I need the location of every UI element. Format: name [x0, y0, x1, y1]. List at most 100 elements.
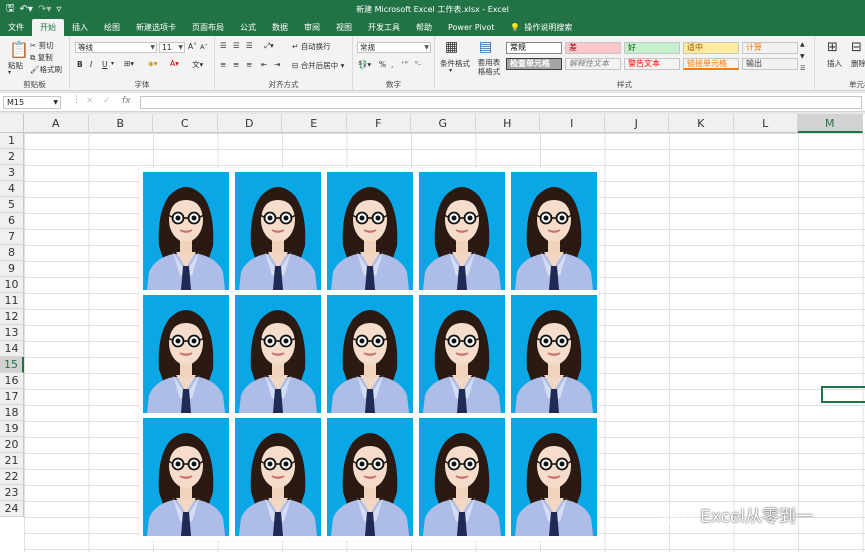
insert-cells-icon[interactable]: ⊞ — [827, 40, 838, 55]
id-photo[interactable] — [143, 295, 229, 413]
row-header-24[interactable]: 24 — [0, 501, 24, 517]
align-center-icon[interactable]: ≡ — [233, 60, 239, 69]
tab-8[interactable]: 审阅 — [296, 19, 328, 36]
row-header-22[interactable]: 22 — [0, 469, 24, 485]
cancel-icon[interactable]: × — [86, 96, 94, 106]
top-align-icon[interactable]: ☰ — [220, 41, 227, 50]
id-photo[interactable] — [327, 295, 413, 413]
grow-font-button[interactable]: A˄ — [188, 42, 197, 51]
row-header-10[interactable]: 10 — [0, 277, 24, 293]
id-photo[interactable] — [327, 418, 413, 536]
fill-color-icon[interactable]: ◈▾ — [148, 59, 158, 68]
cut-button[interactable]: ✂ 剪切 — [30, 40, 54, 51]
customize-qat-icon[interactable]: ▿ — [56, 4, 61, 15]
column-header-j[interactable]: J — [604, 114, 669, 133]
copy-button[interactable]: ⧉ 复制 — [30, 52, 53, 63]
cell-area[interactable] — [24, 133, 865, 552]
id-photo[interactable] — [419, 418, 505, 536]
photo-sheet[interactable] — [139, 168, 599, 541]
select-all-corner[interactable] — [0, 114, 24, 133]
tab-9[interactable]: 视图 — [328, 19, 360, 36]
formula-input[interactable] — [140, 96, 862, 109]
gallery-more-icon[interactable]: ☰ — [800, 65, 805, 72]
cell-style-3[interactable]: 适中 — [683, 42, 739, 54]
column-header-e[interactable]: E — [282, 114, 347, 133]
id-photo[interactable] — [511, 172, 597, 290]
font-size-select[interactable]: 11 ▼ — [159, 42, 185, 53]
column-header-g[interactable]: G — [411, 114, 476, 133]
border-icon[interactable]: ⊞▾ — [124, 59, 134, 68]
cell-style-6[interactable]: 解释性文本 — [565, 58, 621, 70]
column-header-l[interactable]: L — [733, 114, 798, 133]
tab-5[interactable]: 页面布局 — [184, 19, 232, 36]
row-header-12[interactable]: 12 — [0, 309, 24, 325]
row-header-16[interactable]: 16 — [0, 373, 24, 389]
underline-button[interactable]: U — [102, 60, 108, 69]
row-header-3[interactable]: 3 — [0, 165, 24, 181]
name-box[interactable]: M15 ▼ — [3, 96, 61, 109]
phonetic-icon[interactable]: 文▾ — [192, 59, 203, 70]
comma-icon[interactable]: , — [391, 60, 393, 69]
paste-dropdown-icon[interactable]: ▾ — [8, 69, 11, 76]
save-icon[interactable]: 🖫 — [6, 1, 15, 18]
row-header-17[interactable]: 17 — [0, 389, 24, 405]
column-header-m[interactable]: M — [798, 114, 863, 133]
column-header-f[interactable]: F — [346, 114, 411, 133]
cell-style-0[interactable]: 常规 — [506, 42, 562, 54]
column-header-i[interactable]: I — [540, 114, 605, 133]
align-left-icon[interactable]: ≡ — [220, 60, 226, 69]
tab-4[interactable]: 新建选项卡 — [128, 19, 184, 36]
column-header-c[interactable]: C — [153, 114, 218, 133]
id-photo[interactable] — [235, 295, 321, 413]
conditional-format-icon[interactable]: ▦ — [445, 39, 458, 55]
column-header-b[interactable]: B — [88, 114, 153, 133]
increase-decimal-icon[interactable]: ⁺⁰ — [401, 60, 408, 68]
cell-style-4[interactable]: 计算 — [742, 42, 798, 54]
column-header-d[interactable]: D — [217, 114, 282, 133]
shrink-font-button[interactable]: A˅ — [200, 43, 208, 51]
cell-style-5[interactable]: 检查单元格 — [506, 58, 562, 70]
tab-12[interactable]: Power Pivot — [440, 19, 502, 36]
underline-dropdown-icon[interactable]: ▾ — [111, 60, 114, 67]
id-photo[interactable] — [143, 418, 229, 536]
bottom-align-icon[interactable]: ☰ — [246, 41, 253, 50]
tab-2[interactable]: 插入 — [64, 19, 96, 36]
row-header-2[interactable]: 2 — [0, 149, 24, 165]
number-format-select[interactable]: 常规 ▼ — [357, 42, 431, 53]
italic-button[interactable]: I — [90, 60, 92, 69]
cell-style-8[interactable]: 链接单元格 — [683, 58, 739, 70]
decrease-decimal-icon[interactable]: ⁰₋ — [415, 60, 422, 68]
id-photo[interactable] — [143, 172, 229, 290]
row-header-5[interactable]: 5 — [0, 197, 24, 213]
middle-align-icon[interactable]: ☰ — [233, 41, 240, 50]
increase-indent-icon[interactable]: ⇥ — [274, 60, 280, 69]
cell-style-7[interactable]: 警告文本 — [624, 58, 680, 70]
gallery-up-icon[interactable]: ▲ — [800, 41, 805, 48]
tab-10[interactable]: 开发工具 — [360, 19, 408, 36]
id-photo[interactable] — [511, 418, 597, 536]
cell-style-1[interactable]: 差 — [565, 42, 621, 54]
id-photo[interactable] — [511, 295, 597, 413]
tab-7[interactable]: 数据 — [264, 19, 296, 36]
column-header-h[interactable]: H — [475, 114, 540, 133]
row-header-4[interactable]: 4 — [0, 181, 24, 197]
row-header-9[interactable]: 9 — [0, 261, 24, 277]
cell-style-9[interactable]: 输出 — [742, 58, 798, 70]
row-header-8[interactable]: 8 — [0, 245, 24, 261]
insert-function-icon[interactable]: fx — [122, 96, 131, 106]
undo-icon[interactable]: ↶▾ — [20, 4, 33, 15]
merge-center-button[interactable]: ⊟ 合并后居中 ▾ — [292, 60, 344, 71]
row-header-1[interactable]: 1 — [0, 133, 24, 149]
align-right-icon[interactable]: ≡ — [246, 60, 252, 69]
id-photo[interactable] — [327, 172, 413, 290]
currency-icon[interactable]: 💱▾ — [358, 60, 371, 69]
row-header-21[interactable]: 21 — [0, 453, 24, 469]
conditional-format-button[interactable]: 条件格式 — [440, 58, 470, 69]
row-header-20[interactable]: 20 — [0, 437, 24, 453]
row-header-15[interactable]: 15 — [0, 357, 24, 373]
row-header-6[interactable]: 6 — [0, 213, 24, 229]
active-cell-m15[interactable] — [821, 386, 865, 403]
cell-style-2[interactable]: 好 — [624, 42, 680, 54]
redo-icon[interactable]: ↷▾ — [38, 4, 51, 15]
row-header-13[interactable]: 13 — [0, 325, 24, 341]
